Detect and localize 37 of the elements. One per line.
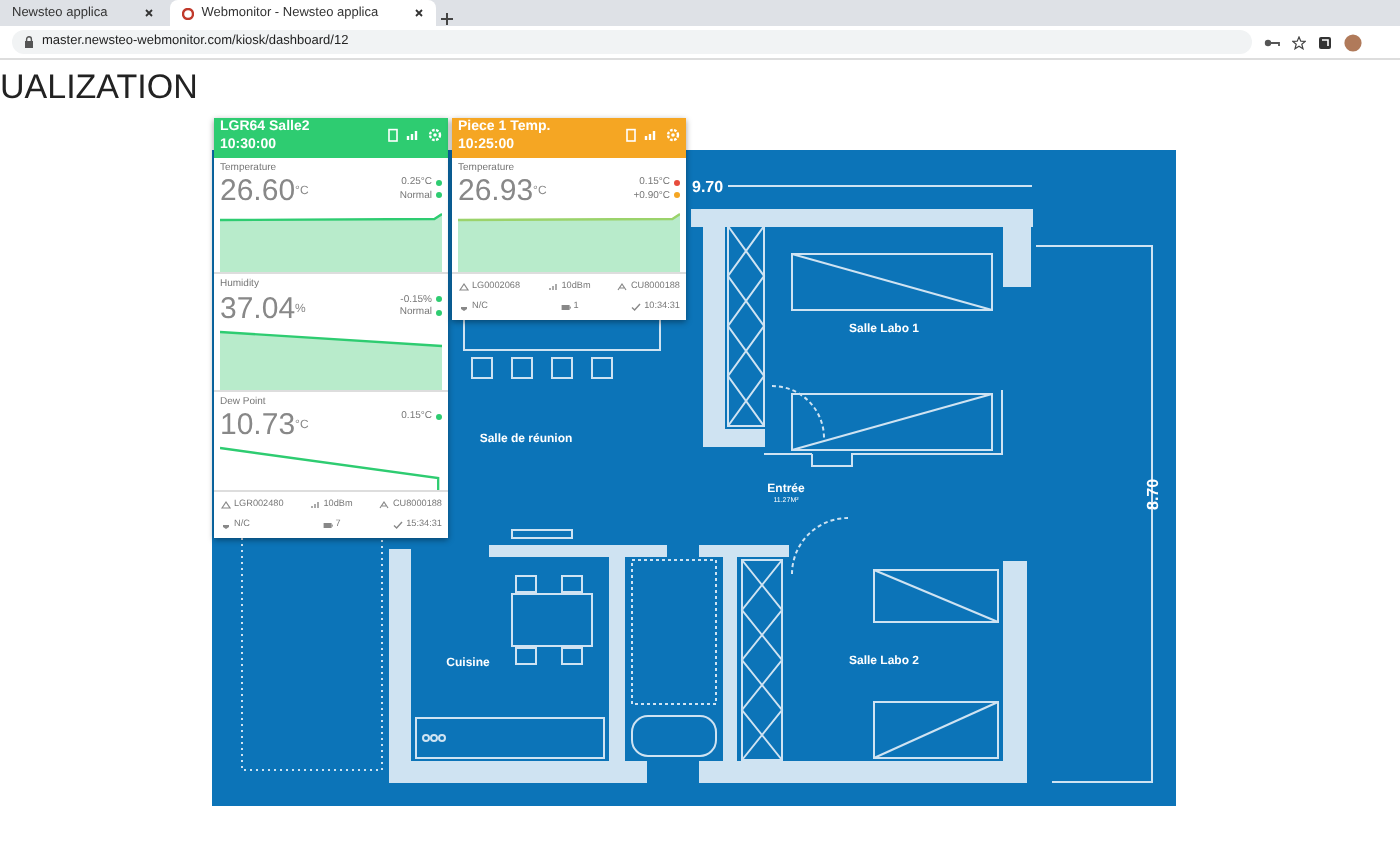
close-icon[interactable] — [414, 8, 425, 18]
signal-icon — [644, 128, 658, 140]
measure-value: 26.60$^{°C}$ — [220, 176, 309, 206]
window-drawing — [511, 529, 573, 539]
dimension-label: 9.70 — [692, 178, 724, 196]
lock-icon — [24, 36, 34, 48]
measure-value: 37.04$^{%}$ — [220, 293, 306, 323]
key-icon[interactable] — [1264, 37, 1280, 47]
bathtub-drawing — [631, 715, 717, 757]
page-title: UALIZATION — [0, 70, 198, 104]
door-swing-drawing — [791, 517, 849, 575]
sensor-icon — [458, 281, 470, 292]
signal-icon — [309, 499, 322, 510]
signal-icon — [406, 128, 420, 140]
dining-table-drawing — [511, 575, 593, 665]
measure-value: 10.73$^{°C}$ — [220, 410, 309, 440]
gateway-icon — [378, 499, 391, 510]
avatar-icon[interactable] — [1344, 33, 1362, 51]
signal-icon — [547, 281, 560, 292]
bed-drawing — [873, 701, 999, 759]
door-swing-drawing — [771, 385, 825, 439]
dimension-label: 8.70 — [1144, 478, 1162, 510]
battery-icon — [626, 128, 636, 142]
time-icon — [392, 519, 405, 530]
plug-icon — [220, 519, 232, 530]
close-icon[interactable] — [143, 8, 154, 18]
gateway-icon — [616, 281, 629, 292]
battery-icon — [388, 128, 398, 142]
star-icon[interactable] — [1292, 35, 1306, 49]
measure-value: 26.93$^{°C}$ — [458, 176, 547, 206]
extension-icon[interactable] — [1318, 35, 1332, 49]
bed-drawing — [873, 569, 999, 623]
app-icon — [181, 7, 194, 19]
plug-icon — [458, 301, 470, 312]
sensor-icon — [220, 499, 232, 510]
new-tab-icon[interactable] — [440, 12, 455, 26]
time-icon — [630, 301, 643, 312]
